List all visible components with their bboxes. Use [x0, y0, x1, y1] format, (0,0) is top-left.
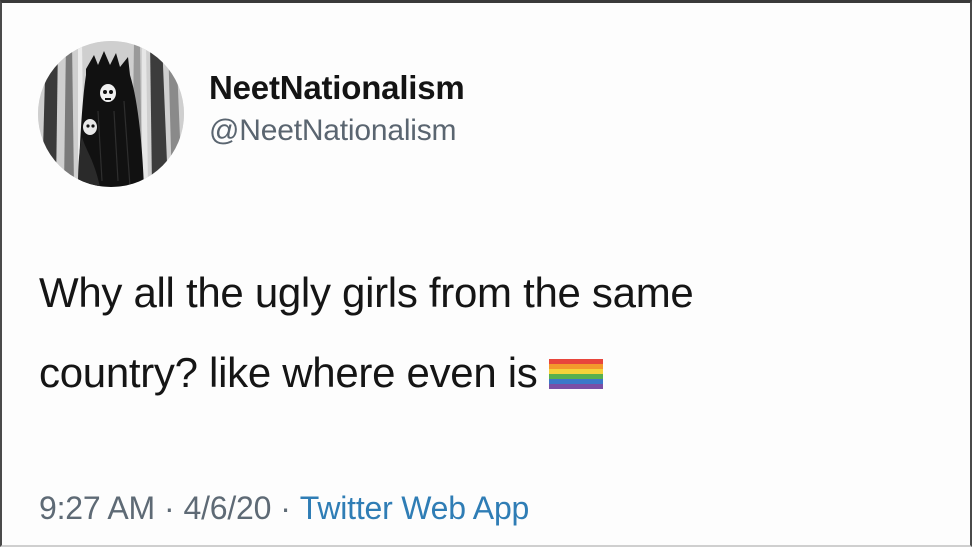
tweet-source-link[interactable]: Twitter Web App: [300, 490, 530, 526]
rainbow-flag-icon: [549, 335, 604, 389]
separator-dot: ·: [164, 490, 175, 526]
tweet-card: NeetNationalism @NeetNationalism Why all…: [0, 0, 972, 547]
separator-dot: ·: [280, 490, 291, 526]
tweet-text-fragment: country? like where even is: [39, 349, 538, 396]
tweet-date[interactable]: 4/6/20: [183, 490, 271, 526]
avatar[interactable]: [38, 41, 184, 187]
tweet-text-line: country? like where even is: [39, 333, 969, 413]
display-name[interactable]: NeetNationalism: [209, 67, 465, 109]
tweet-metadata: 9:27 AM · 4/6/20 · Twitter Web App: [39, 488, 529, 528]
user-handle[interactable]: @NeetNationalism: [209, 111, 465, 151]
tweet-author: NeetNationalism @NeetNationalism: [209, 67, 465, 151]
avatar-image: [38, 41, 184, 187]
tweet-text: Why all the ugly girls from the same cou…: [39, 253, 969, 413]
tweet-text-line: Why all the ugly girls from the same: [39, 269, 694, 316]
tweet-time[interactable]: 9:27 AM: [39, 490, 155, 526]
